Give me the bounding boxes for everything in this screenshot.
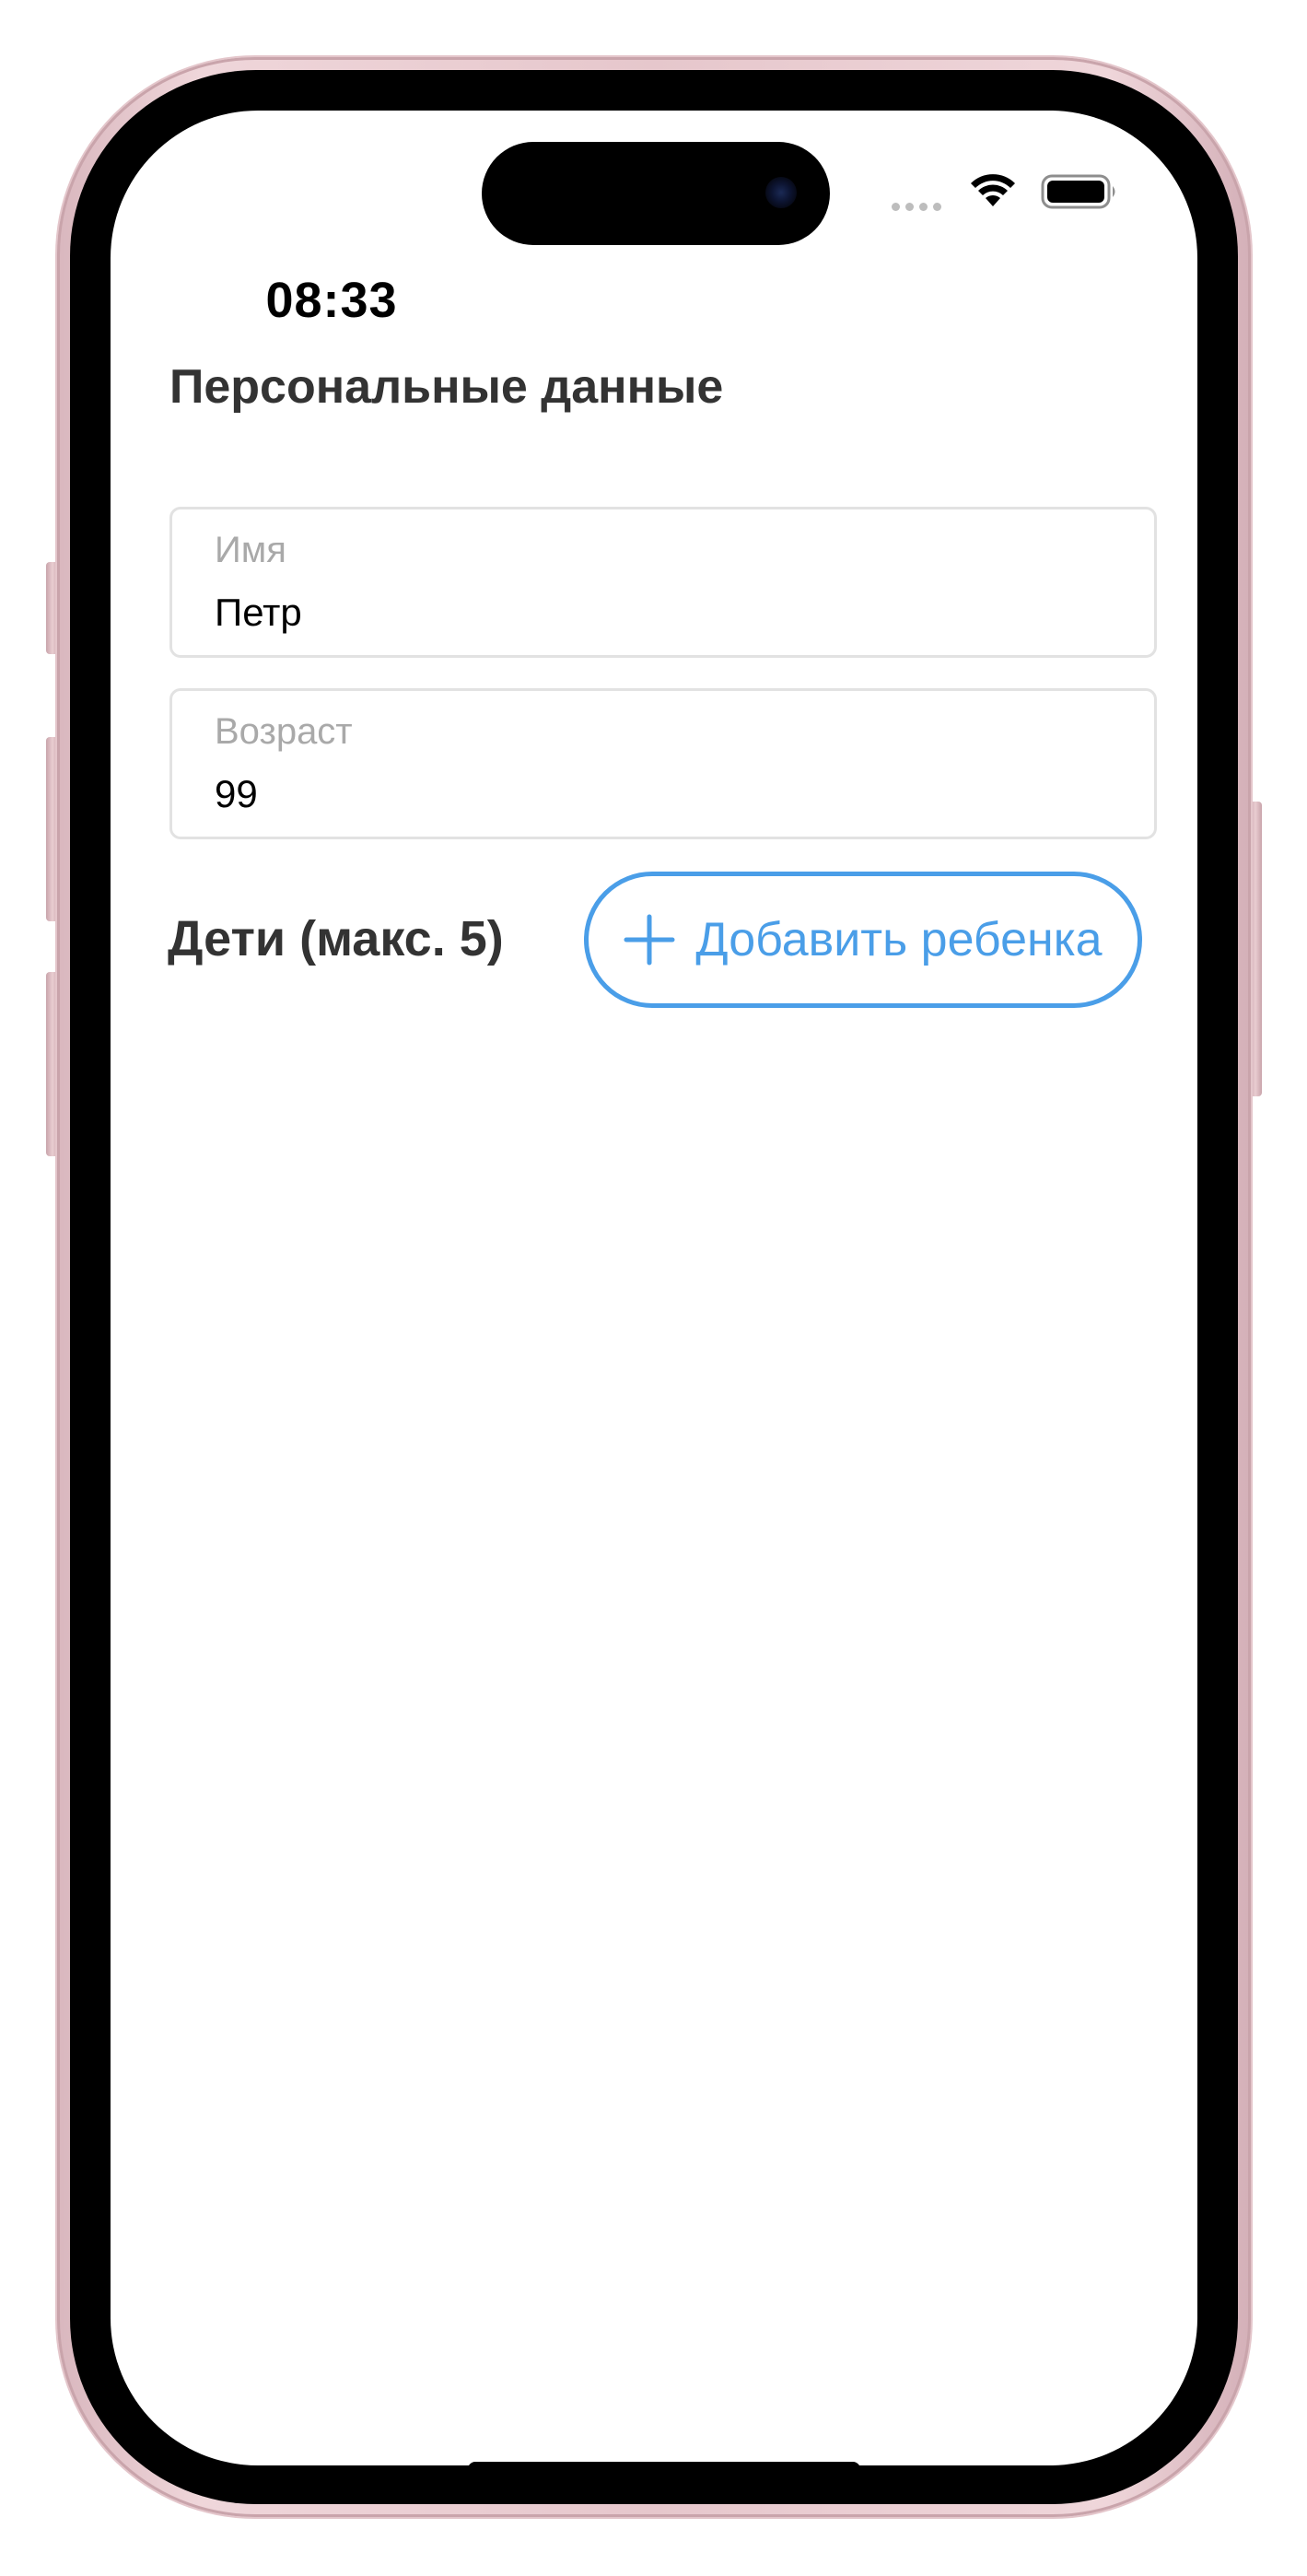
- name-field-value[interactable]: Петр: [215, 591, 302, 635]
- cellular-signal-icon: [892, 203, 941, 211]
- wifi-icon: [971, 174, 1015, 206]
- age-field[interactable]: Возраст 99: [169, 688, 1157, 839]
- add-child-button-label: Добавить ребенка: [695, 913, 1103, 966]
- front-camera-icon: [765, 177, 797, 208]
- device-canvas: 08:33 Персональные данные Имя Петр Возра…: [0, 0, 1307, 2576]
- page-title: Персональные данные: [169, 360, 724, 414]
- status-time: 08:33: [265, 273, 398, 328]
- home-indicator[interactable]: [468, 2462, 860, 2465]
- app-screen: 08:33 Персональные данные Имя Петр Возра…: [111, 111, 1197, 2465]
- age-field-label: Возраст: [215, 711, 353, 752]
- add-child-button[interactable]: Добавить ребенка: [584, 872, 1142, 1008]
- name-field[interactable]: Имя Петр: [169, 507, 1157, 658]
- plus-icon: [624, 914, 675, 966]
- dynamic-island: [482, 142, 830, 245]
- children-section-title: Дети (макс. 5): [168, 911, 504, 966]
- age-field-value[interactable]: 99: [215, 772, 258, 816]
- power-side-button: [1249, 802, 1262, 1096]
- battery-icon: [1041, 174, 1115, 209]
- name-field-label: Имя: [215, 530, 286, 570]
